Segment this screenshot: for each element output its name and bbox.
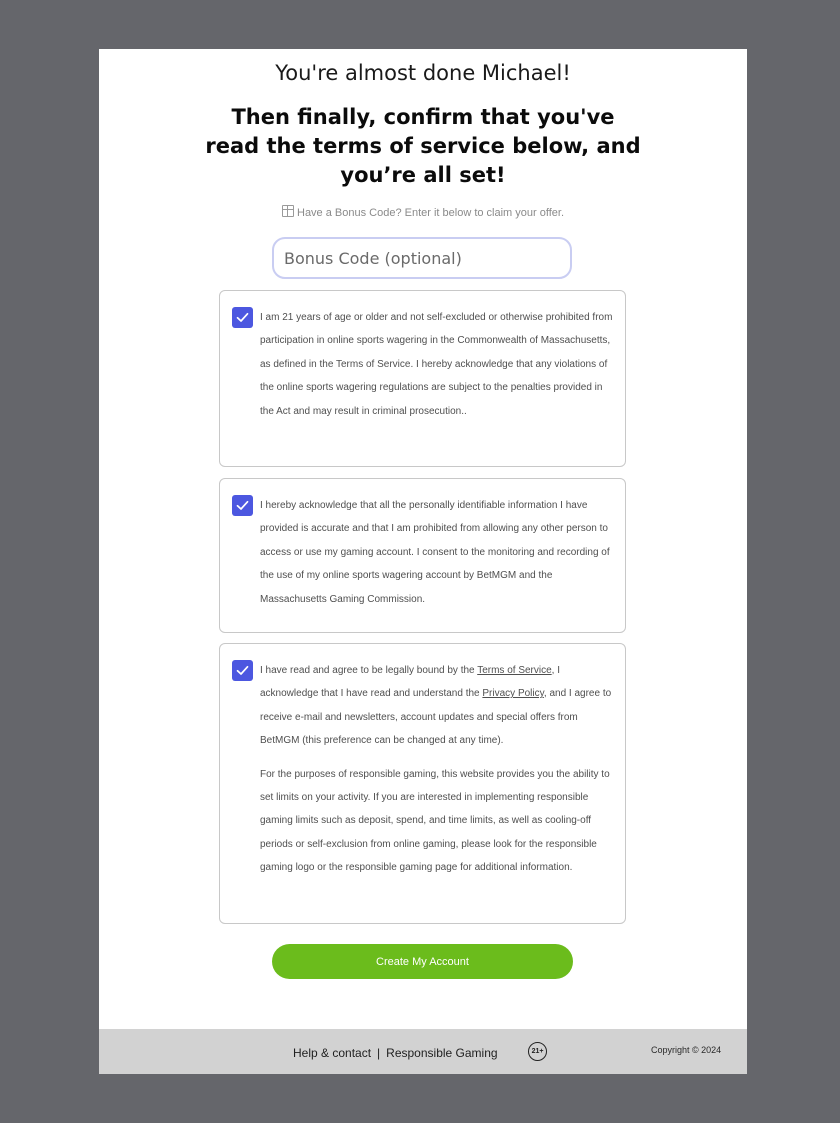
greeting-title: You're almost done Michael! <box>275 61 571 85</box>
footer-separator: | <box>377 1046 381 1060</box>
terms-text-part1: I have read and agree to be legally boun… <box>260 665 478 676</box>
footer: Help & contact | Responsible Gaming 21+ Co… <box>99 1029 747 1074</box>
bonus-code-hint: Have a Bonus Code? Enter it below to cla… <box>99 205 747 219</box>
age-consent-checkbox[interactable] <box>232 307 253 328</box>
consent-age-box: I am 21 years of age or older and not se… <box>219 290 626 467</box>
copyright-text: Copyright © 2024 <box>651 1045 722 1055</box>
age-consent-text: I am 21 years of age or older and not se… <box>260 312 613 417</box>
footer-links: Help & contact | Responsible Gaming <box>293 1046 498 1060</box>
create-account-button[interactable]: Create My Account <box>272 944 573 979</box>
checkmark-icon <box>236 665 249 675</box>
signup-page: You're almost done Michael! Then finally… <box>99 49 747 1074</box>
responsible-gaming-text: For the purposes of responsible gaming, … <box>260 769 610 873</box>
terms-consent-checkbox[interactable] <box>232 660 253 681</box>
terms-consent-text: I have read and agree to be legally boun… <box>260 659 616 753</box>
gift-icon <box>282 205 294 217</box>
consent-accuracy-box: I hereby acknowledge that all the person… <box>219 478 626 633</box>
age-21-badge-icon: 21+ <box>528 1042 547 1061</box>
help-contact-link[interactable]: Help & contact <box>293 1046 371 1060</box>
checkmark-icon <box>236 312 249 322</box>
privacy-policy-link[interactable]: Privacy Policy <box>482 688 544 699</box>
page-headline: Then finally, confirm that you've read t… <box>205 105 641 187</box>
checkmark-icon <box>236 500 249 510</box>
responsible-gaming-link[interactable]: Responsible Gaming <box>386 1046 497 1060</box>
bonus-code-input[interactable] <box>272 237 572 279</box>
bonus-hint-text: Have a Bonus Code? Enter it below to cla… <box>297 207 564 219</box>
accuracy-consent-text: I hereby acknowledge that all the person… <box>260 500 610 605</box>
terms-of-service-link[interactable]: Terms of Service <box>477 665 551 676</box>
accuracy-consent-checkbox[interactable] <box>232 495 253 516</box>
consent-terms-box: I have read and agree to be legally boun… <box>219 643 626 924</box>
